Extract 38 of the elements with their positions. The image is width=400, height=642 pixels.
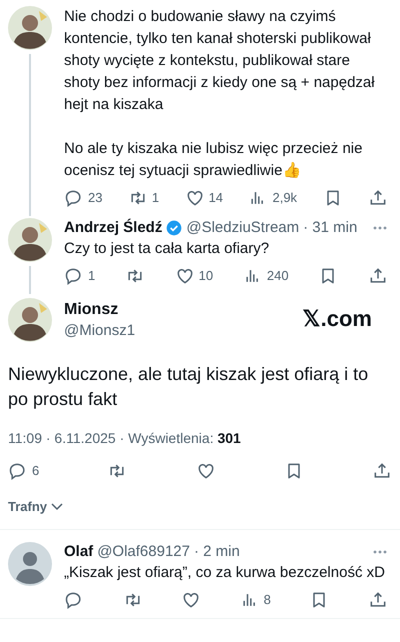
post-text: Niewykluczone, ale tutaj kiszak jest ofiarą i to po prostu fakt [7, 363, 370, 411]
more-icon[interactable] [372, 548, 388, 554]
like-button[interactable] [196, 461, 216, 481]
site-logo: 𝕏.com [302, 305, 372, 333]
post-time: · 31 min [303, 218, 358, 238]
post-text: Czy to jest ta cała karta ofiary? [64, 239, 270, 259]
author-handle[interactable]: @Mionsz1 [64, 321, 291, 341]
reply-button[interactable]: 1 [64, 266, 96, 286]
avatar[interactable] [8, 218, 52, 262]
views-button[interactable]: 240 [242, 266, 289, 286]
heart-icon [184, 188, 205, 208]
reply-button[interactable]: 6 [8, 461, 40, 481]
post-time: · 2 min [194, 542, 240, 562]
avatar[interactable] [8, 6, 52, 50]
post-meta: 11:09 · 6.11.2025 · Wyświetlenia: 301 [7, 429, 242, 448]
author-name[interactable]: Olaf [64, 542, 94, 562]
post-text: „Kiszak jest ofiarą”, co za kurwa bezczelność xD [64, 562, 386, 582]
reply-button[interactable]: 23 [64, 188, 102, 208]
like-button[interactable]: 14 [184, 188, 224, 208]
views-button[interactable]: 8 [240, 590, 271, 610]
chevron-down-icon [51, 502, 64, 511]
share-button[interactable] [368, 590, 388, 610]
avatar[interactable] [8, 298, 52, 342]
author-name[interactable]: Mionsz [64, 299, 291, 321]
views-button[interactable]: 2,9k [248, 188, 298, 208]
avatar[interactable] [8, 542, 52, 586]
author-name[interactable]: Andrzej Śledź [64, 218, 162, 238]
post-text: No ale ty kiszaka nie lubisz więc przecież nie ocenisz tej sytuacji sprawiedliwie👍 [64, 139, 364, 181]
share-icon [368, 590, 388, 610]
retweet-button[interactable]: 1 [128, 188, 160, 208]
author-handle[interactable]: @SledziuStream [186, 218, 300, 238]
post-text: Nie chodzi o budowanie sławy na czyimś kontencie, tylko ten kanał shoterski publikował shoty wycięte z kontekstu, publikował stare shoty bez informacji z kiedy one są + napędzał hejt na kiszaka [64, 7, 376, 115]
more-icon[interactable] [372, 225, 388, 231]
heart-icon [196, 461, 216, 481]
author-handle[interactable]: @Olaf689127 [97, 542, 190, 562]
sort-dropdown[interactable]: Trafny [8, 497, 64, 516]
like-button[interactable]: 10 [174, 266, 214, 286]
heart-icon [174, 266, 195, 286]
